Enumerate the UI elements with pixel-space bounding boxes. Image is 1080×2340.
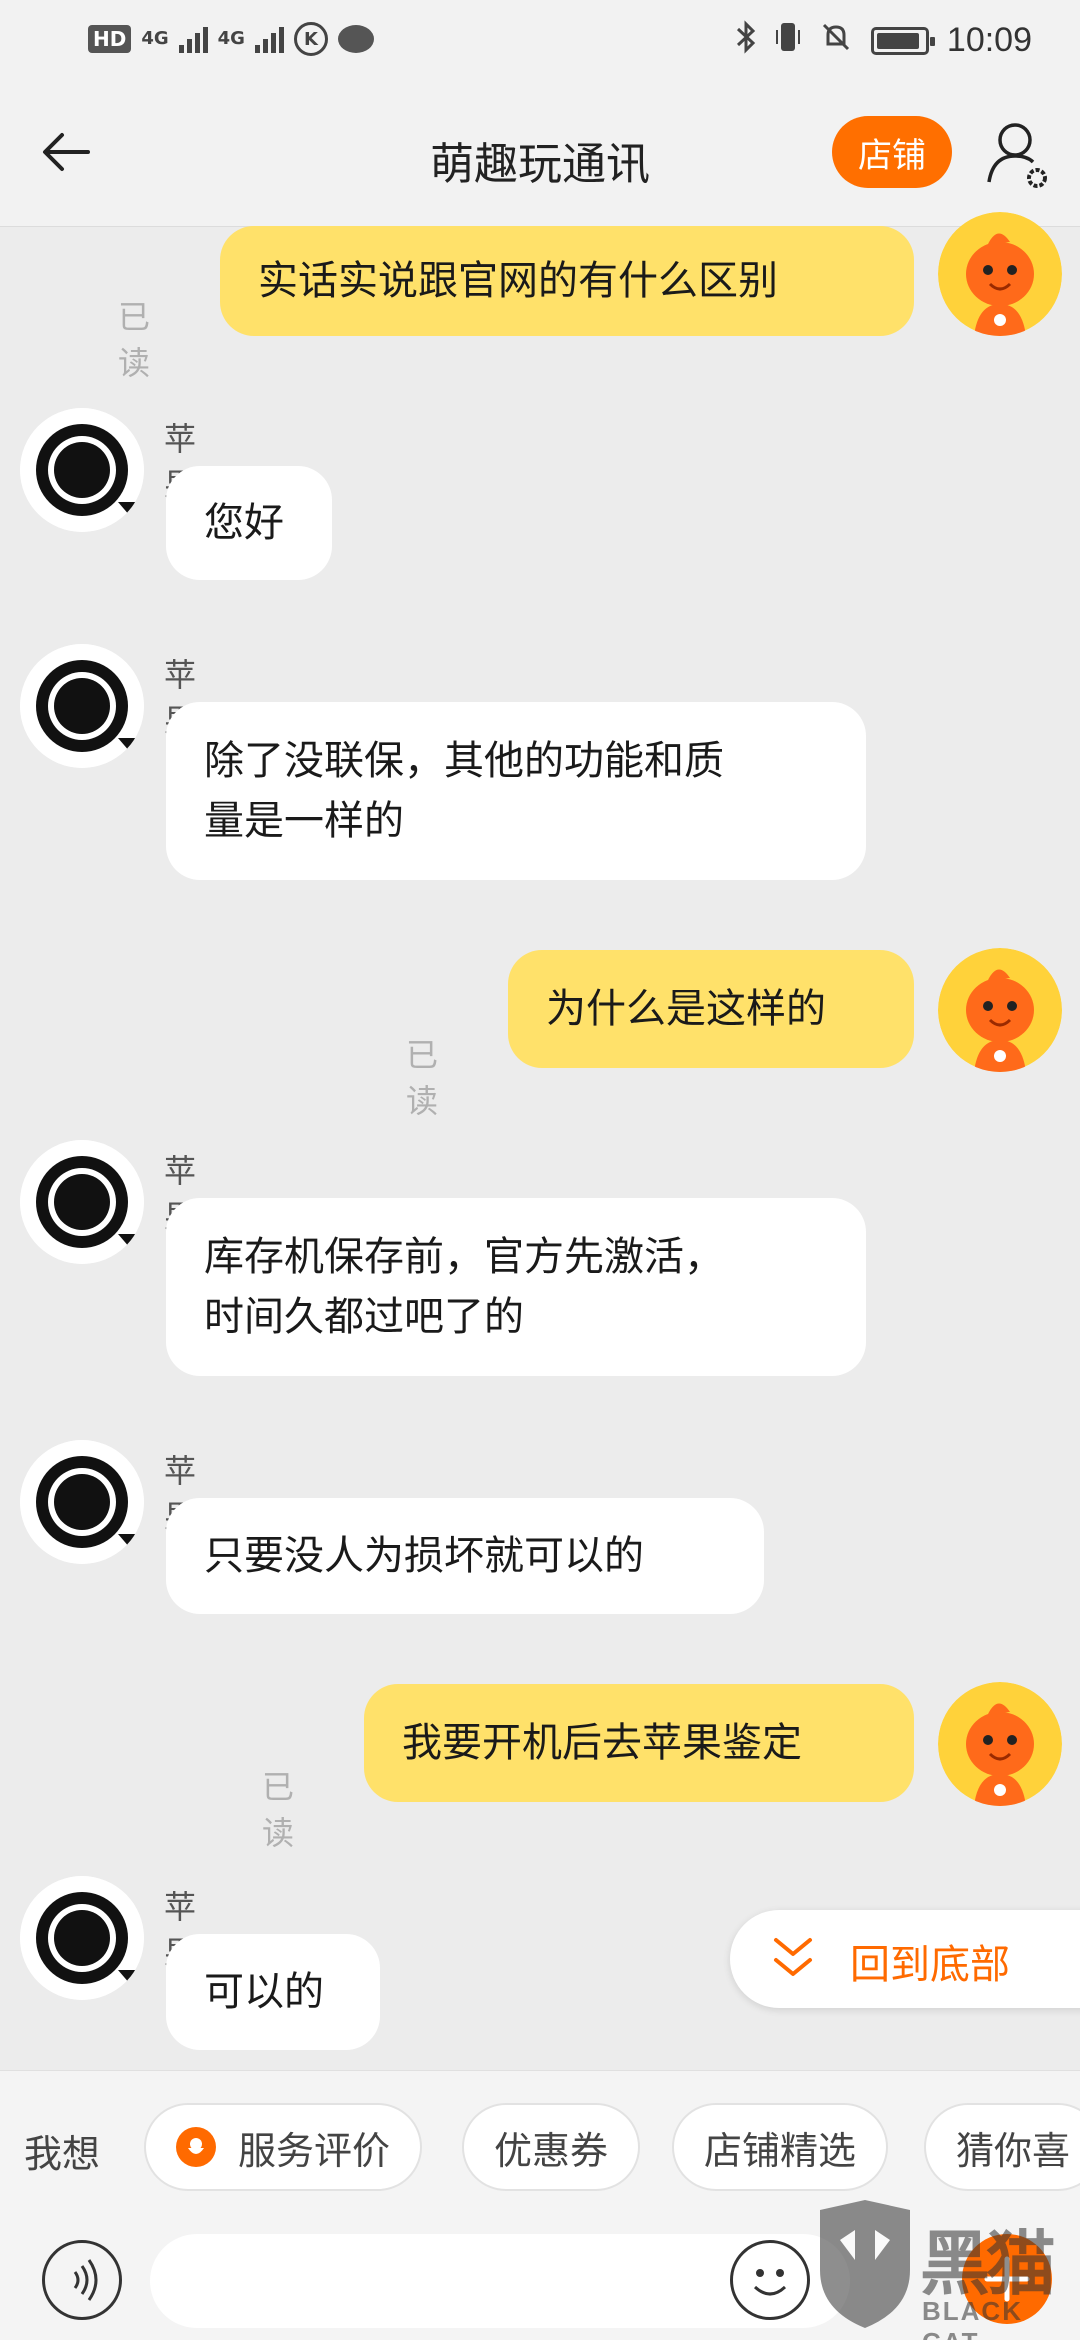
k-app-icon: K <box>293 22 328 56</box>
my-message-bubble[interactable]: 实话实说跟官网的有什么区别 <box>220 226 914 336</box>
message-text-line-2: 量是一样的 <box>204 798 404 844</box>
message-notification-icon <box>337 25 374 53</box>
quick-actions-label: 我想 <box>24 2132 101 2176</box>
pill-shop-picks[interactable]: 店铺精选 <box>672 2103 889 2191</box>
signal-icon-2 <box>254 25 284 53</box>
their-message-bubble[interactable]: 只要没人为损坏就可以的 <box>166 1498 764 1614</box>
status-left: HD 4G 4G K <box>88 22 374 56</box>
message-text: 只要没人为损坏就可以的 <box>204 1533 644 1579</box>
clock: 10:09 <box>946 21 1032 59</box>
message-text: 可以的 <box>204 1969 324 2015</box>
their-message-bubble[interactable]: 可以的 <box>166 1934 380 2050</box>
vibrate-icon <box>775 20 801 61</box>
back-to-bottom-button[interactable]: 回到底部 <box>730 1910 1080 2008</box>
their-message-bubble[interactable]: 除了没联保，其他的功能和质 量是一样的 <box>166 702 866 880</box>
message-text: 实话实说跟官网的有什么区别 <box>258 258 778 304</box>
pill-label: 猜你喜 <box>956 2128 1071 2173</box>
flower-icon <box>176 2127 216 2167</box>
quick-actions-bar: 我想 服务评价 优惠券 店铺精选 猜你喜 <box>0 2070 1080 2220</box>
seller-avatar[interactable] <box>20 1140 144 1264</box>
watermark-subtext: BLACK CAT <box>922 2296 1023 2340</box>
their-message-bubble[interactable]: 您好 <box>166 466 332 580</box>
chat-header: 萌趣玩通讯 店铺 <box>0 82 1080 227</box>
status-right: 10:09 <box>735 20 1032 61</box>
cat-shield-logo-icon <box>820 2200 910 2328</box>
network-type-1: 4G <box>141 28 169 49</box>
message-text: 我要开机后去苹果鉴定 <box>402 1720 802 1766</box>
message-text-line-1: 库存机保存前，官方先激活， <box>204 1234 724 1280</box>
user-settings-icon[interactable] <box>985 116 1055 196</box>
pill-label: 服务评价 <box>238 2128 391 2173</box>
my-avatar[interactable] <box>938 948 1062 1072</box>
battery-icon <box>870 26 935 55</box>
mute-bell-icon <box>819 20 853 61</box>
read-status: 已读 <box>406 1036 439 1120</box>
voice-input-icon[interactable] <box>42 2240 122 2320</box>
black-cat-watermark: 黑猫 BLACK CAT <box>810 2200 1080 2340</box>
their-message-bubble[interactable]: 库存机保存前，官方先激活， 时间久都过吧了的 <box>166 1198 866 1376</box>
pill-guess-you-like[interactable]: 猜你喜 <box>924 2103 1080 2191</box>
signal-icon <box>178 25 208 53</box>
message-text: 为什么是这样的 <box>546 986 826 1032</box>
read-status: 已读 <box>262 1768 295 1852</box>
hd-badge: HD <box>88 25 132 53</box>
my-message-bubble[interactable]: 我要开机后去苹果鉴定 <box>364 1684 914 1802</box>
pill-label: 店铺精选 <box>704 2128 857 2173</box>
read-status: 已读 <box>118 298 151 382</box>
emoji-icon[interactable] <box>730 2240 810 2320</box>
seller-avatar[interactable] <box>20 1876 144 2000</box>
double-chevron-down-icon <box>772 1934 814 1982</box>
seller-avatar[interactable] <box>20 1440 144 1564</box>
message-text-line-2: 时间久都过吧了的 <box>204 1294 524 1340</box>
message-text: 您好 <box>204 500 284 546</box>
bluetooth-icon <box>735 20 757 61</box>
pill-service-rating[interactable]: 服务评价 <box>144 2103 423 2191</box>
back-to-bottom-label: 回到底部 <box>850 1942 1010 1988</box>
shop-button[interactable]: 店铺 <box>832 116 952 188</box>
my-avatar[interactable] <box>938 212 1062 336</box>
network-type-2: 4G <box>217 28 245 49</box>
watermark-text: 黑猫 <box>920 2223 1056 2305</box>
message-text-line-1: 除了没联保，其他的功能和质 <box>204 738 724 784</box>
seller-avatar[interactable] <box>20 644 144 768</box>
status-bar: HD 4G 4G K 10:09 <box>0 0 1080 82</box>
pill-label: 优惠券 <box>494 2128 609 2173</box>
seller-avatar[interactable] <box>20 408 144 532</box>
my-message-bubble[interactable]: 为什么是这样的 <box>508 950 914 1068</box>
pill-coupons[interactable]: 优惠券 <box>462 2103 641 2191</box>
my-avatar[interactable] <box>938 1682 1062 1806</box>
